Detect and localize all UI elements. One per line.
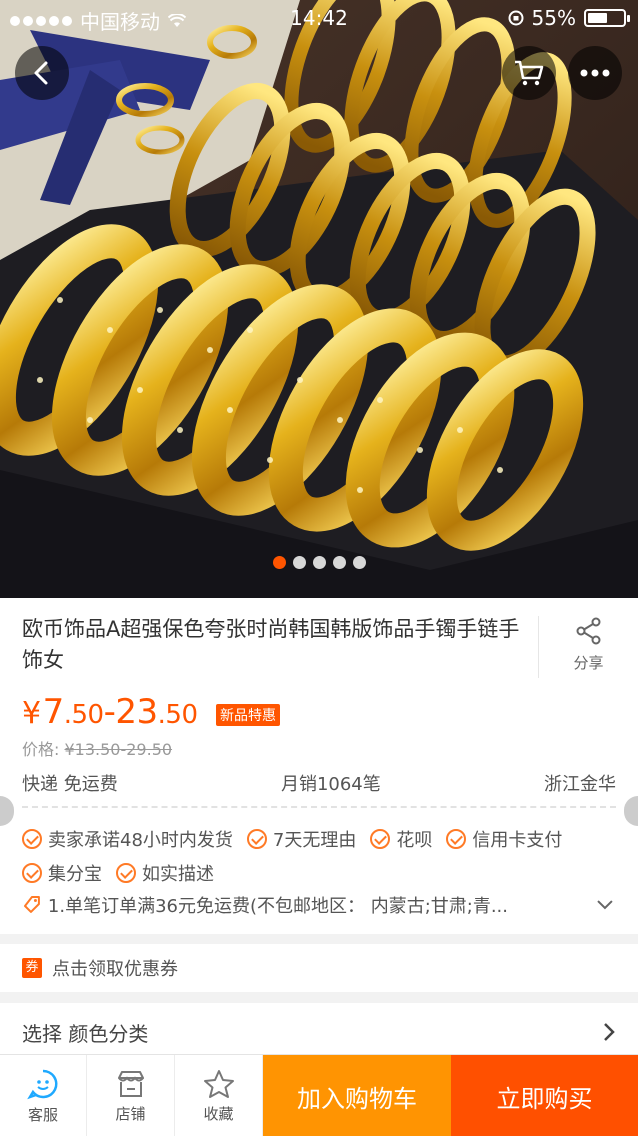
share-label: 分享 [573,654,604,672]
service-item-label: 7天无理由 [272,830,357,851]
check-circle-icon [116,863,136,883]
monthly-sales: 月销1064笔 [280,774,381,795]
price-low-decimal: .50 [63,700,104,730]
favorite-button[interactable]: 收藏 [175,1055,263,1136]
cart-button[interactable] [502,46,556,100]
coupon-label: 点击领取优惠券 [52,959,178,980]
original-price-value: ¥13.50-29.50 [64,740,173,759]
pagination-dot[interactable] [332,556,346,569]
select-color-label: 选择 颜色分类 [22,1021,149,1046]
favorite-label: 收藏 [203,1104,234,1123]
shop-icon [117,1070,144,1097]
price-separator: - [103,692,116,732]
bottom-action-bar: 客服 店铺 收藏 加入购物车 立即购买 [0,1054,638,1136]
price-symbol: ¥ [22,696,41,731]
battery-icon [584,9,630,27]
service-item: 信用卡支付 [446,826,562,852]
check-circle-icon [446,829,467,849]
more-button[interactable] [568,46,622,100]
shipping-promo[interactable]: 1.单笔订单满36元免运费(不包邮地区： 内蒙古;甘肃;青... [22,892,622,918]
shipping-info: 快递 免运费 [22,774,118,795]
buy-now-button[interactable]: 立即购买 [451,1055,638,1136]
section-divider [22,806,616,808]
select-color-row[interactable]: 选择 颜色分类 [0,1003,638,1061]
status-bar: 中国移动 14:42 55% [0,0,638,36]
product-title: 欧币饰品A超强保色夸张时尚韩国韩版饰品手镯手链手饰女 [22,617,520,672]
pagination-dot[interactable] [272,556,286,569]
chevron-left-icon [34,61,48,85]
shop-button[interactable]: 店铺 [87,1055,175,1136]
add-to-cart-button[interactable]: 加入购物车 [263,1055,451,1136]
price-range: ¥7.50-23.50 [22,692,198,732]
back-button[interactable] [15,46,69,100]
chevron-down-icon [597,900,613,910]
coupon-row[interactable]: 券 点击领取优惠券 [0,944,638,992]
price-low-integer: 7 [42,692,65,732]
service-item: 如实描述 [116,860,214,886]
service-item: 花呗 [370,826,432,852]
star-icon [203,1069,234,1098]
service-item: 卖家承诺48小时内发货 [22,826,233,852]
customer-service-label: 客服 [27,1105,58,1124]
price-high-decimal: .50 [157,700,198,730]
share-button[interactable]: 分享 [538,616,638,678]
check-circle-icon [22,829,42,849]
ship-from-location: 浙江金华 [543,774,616,795]
product-image-gallery[interactable]: 中国移动 14:42 55% [0,0,638,598]
gallery-pagination [0,556,638,569]
check-circle-icon [370,829,391,849]
pagination-dot[interactable] [352,556,366,569]
shop-label: 店铺 [115,1104,146,1123]
service-guarantees[interactable]: 卖家承诺48小时内发货 7天无理由 花呗 信用卡支付 集分宝 如实描述 1.单笔订单满3… [0,806,638,934]
service-item-label: 如实描述 [142,864,214,885]
service-item: 集分宝 [22,860,102,886]
more-icon [580,69,610,77]
customer-service-button[interactable]: 客服 [0,1055,87,1136]
chevron-right-icon [604,1023,615,1041]
battery-percentage: 55% [531,6,576,30]
share-icon [576,617,600,645]
product-info-card: 欧币饰品A超强保色夸张时尚韩国韩版饰品手镯手链手饰女 分享 ¥7.50-23.5… [0,598,638,806]
service-item-label: 集分宝 [48,864,102,885]
original-price-label: 价格: [22,740,65,759]
service-item: 7天无理由 [246,826,357,852]
service-item-label: 信用卡支付 [472,830,563,851]
price-high-integer: 23 [115,692,158,732]
service-item-label: 卖家承诺48小时内发货 [48,830,233,851]
service-item-label: 花呗 [396,830,433,851]
shipping-promo-text: 1.单笔订单满36元免运费(不包邮地区： 内蒙古;甘肃;青... [47,896,509,917]
service-row-1: 卖家承诺48小时内发货 7天无理由 花呗 信用卡支付 [22,826,562,852]
pagination-dot[interactable] [292,556,306,569]
original-price: 价格: ¥13.50-29.50 [22,736,172,760]
cart-icon [515,60,544,86]
check-circle-icon [246,829,267,849]
customer-service-icon [27,1069,58,1099]
coupon-icon: 券 [22,958,42,978]
orientation-lock-icon [508,10,524,26]
service-row-2: 集分宝 如实描述 [22,860,214,886]
promo-tag-icon [23,896,40,913]
promo-badge: 新品特惠 [216,704,280,726]
check-circle-icon [22,863,42,883]
shipping-sales-location: 快递 免运费 月销1064笔 浙江金华 [22,770,616,796]
pagination-dot[interactable] [312,556,326,569]
